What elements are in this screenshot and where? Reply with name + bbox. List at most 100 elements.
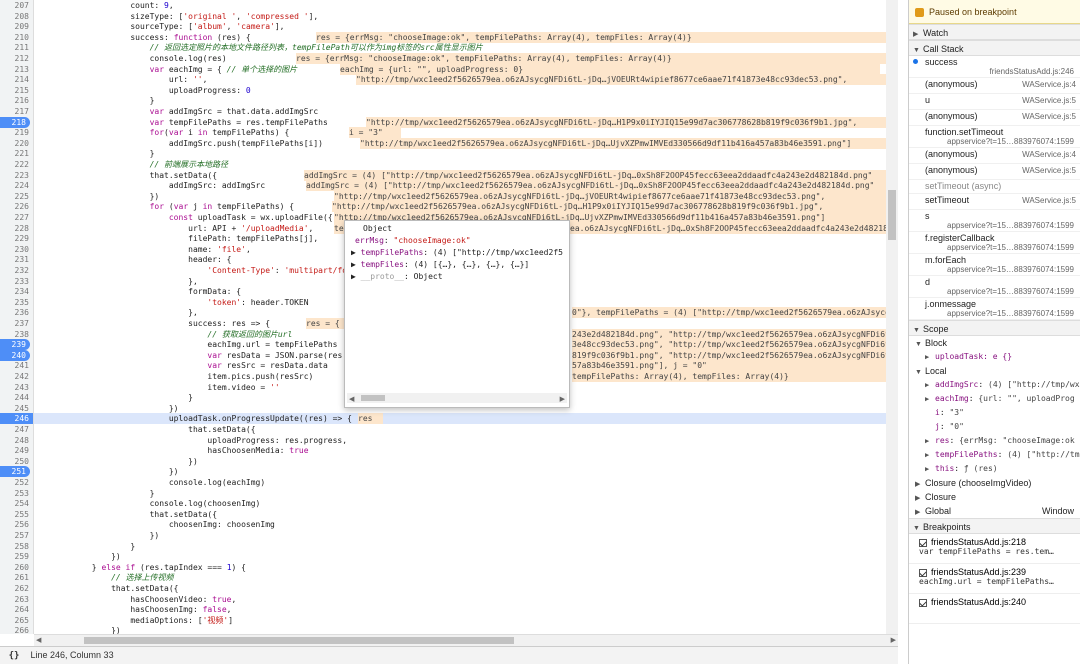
popover-tempfilepaths-row[interactable]: ▶ tempFilePaths: (4) ["http://tmp/wxc1ee… (345, 247, 569, 259)
code-line[interactable]: }) (34, 191, 160, 202)
line-number[interactable]: 256 (0, 519, 33, 530)
code-line[interactable]: console.log(res) (34, 53, 227, 64)
code-line[interactable]: hasChoosenImg: false, (34, 604, 231, 615)
line-number[interactable]: 257 (0, 530, 33, 541)
line-number[interactable]: 214 (0, 74, 33, 85)
line-number[interactable]: 246 (0, 413, 33, 425)
line-number[interactable]: 249 (0, 445, 33, 456)
line-number[interactable]: 233 (0, 276, 33, 287)
line-number[interactable]: 215 (0, 85, 33, 96)
line-number[interactable]: 245 (0, 403, 33, 414)
line-number[interactable]: 232 (0, 265, 33, 276)
line-number[interactable]: 229 (0, 233, 33, 244)
line-number[interactable]: 258 (0, 541, 33, 552)
code-line[interactable]: } (34, 488, 155, 499)
line-number[interactable]: 248 (0, 435, 33, 446)
line-number[interactable]: 220 (0, 138, 33, 149)
code-line[interactable]: }) (34, 403, 179, 414)
code-line[interactable]: }) (34, 530, 160, 541)
line-number[interactable]: 259 (0, 551, 33, 562)
scope-closure[interactable]: ▶ Closure (909, 490, 1080, 504)
code-line[interactable]: }, (34, 276, 198, 287)
code-line[interactable]: uploadTask.onProgressUpdate((res) => { (34, 413, 898, 425)
vertical-scrollbar[interactable] (886, 0, 898, 634)
code-line[interactable]: url: API + '/uploadMedia', (34, 223, 313, 234)
line-number[interactable]: 254 (0, 498, 33, 509)
line-number[interactable]: 227 (0, 212, 33, 223)
line-number[interactable]: 226 (0, 201, 33, 212)
line-number[interactable]: 231 (0, 254, 33, 265)
code-line[interactable]: console.log(eachImg) (34, 477, 265, 488)
line-number[interactable]: 239 (0, 339, 30, 351)
call-stack-frame[interactable]: (anonymous) WAService.js:4 (909, 148, 1080, 164)
code-line[interactable]: success: res => { (34, 318, 270, 329)
line-number[interactable]: 262 (0, 583, 33, 594)
code-line[interactable]: // 选择上传视频 (34, 572, 173, 583)
breakpoint-checkbox[interactable] (919, 598, 927, 607)
call-stack-frame[interactable]: success friendsStatusAdd.js:246 (909, 56, 1080, 78)
line-number[interactable]: 222 (0, 159, 33, 170)
code-line[interactable]: that.setData({ (34, 170, 217, 181)
scope-section-header[interactable]: ▼ Scope (909, 320, 1080, 336)
line-number-gutter[interactable]: 207 208 209 210 211 212 213 214 215 216 217 218 219 2… (0, 0, 34, 635)
scroll-left-icon[interactable]: ◀ (36, 636, 41, 644)
line-number[interactable]: 235 (0, 297, 33, 308)
code-line[interactable]: eachImg.url = tempFilePaths (34, 339, 337, 350)
call-stack-frame[interactable]: f.registerCallback appservice?t=15…883976… (909, 232, 1080, 254)
code-line[interactable]: var resSrc = resData.data (34, 360, 327, 371)
breakpoint-checkbox[interactable] (919, 538, 927, 547)
line-number[interactable]: 250 (0, 456, 33, 467)
breakpoint-item[interactable]: friendsStatusAdd.js:239 eachImg.url = tem… (909, 564, 1080, 594)
line-number[interactable]: 223 (0, 170, 33, 181)
code-line[interactable]: for (var j in tempFilePaths) { (34, 201, 295, 212)
popover-tempfiles-row[interactable]: ▶ tempFiles: (4) [{…}, {…}, {…}, {…}] (345, 259, 569, 271)
source-editor[interactable]: 207 208 209 210 211 212 213 214 215 216 217 218 219 2… (0, 0, 898, 646)
code-line[interactable]: var addImgSrc = that.data.addImgSrc (34, 106, 319, 117)
call-stack-section-header[interactable]: ▼ Call Stack (909, 40, 1080, 56)
code-line[interactable]: var tempFilePaths = res.tempFilePaths (34, 117, 328, 128)
breakpoint-item[interactable]: friendsStatusAdd.js:240 (909, 594, 1080, 624)
scope-local-item[interactable]: ▶ tempFilePaths: (4) ["http://tmp (909, 448, 1080, 462)
line-number[interactable]: 234 (0, 286, 33, 297)
code-line[interactable]: } (34, 148, 155, 159)
call-stack-frame[interactable]: s appservice?t=15…883976074:1599 (909, 210, 1080, 232)
call-stack-frame[interactable]: function.setTimeout appservice?t=15…88397… (909, 126, 1080, 148)
call-stack-frame[interactable]: d appservice?t=15…883976074:1599 (909, 276, 1080, 298)
line-number[interactable]: 224 (0, 180, 33, 191)
code-line[interactable]: addImgSrc: addImgSrc (34, 180, 265, 191)
line-number[interactable]: 213 (0, 64, 33, 75)
code-line[interactable]: for(var i in tempFilePaths) { (34, 127, 290, 138)
code-line[interactable]: }, (34, 307, 198, 318)
line-number[interactable]: 218 (0, 116, 30, 128)
scope-block-item[interactable]: ▶ uploadTask: e {} (909, 350, 1080, 364)
code-line[interactable]: formData: { (34, 286, 241, 297)
line-number[interactable]: 219 (0, 127, 33, 138)
line-number[interactable]: 230 (0, 244, 33, 255)
line-number[interactable]: 247 (0, 424, 33, 435)
code-line[interactable]: uploadProgress: 0 (34, 85, 251, 96)
call-stack-frame[interactable]: (anonymous) WAService.js:5 (909, 110, 1080, 126)
code-line[interactable]: that.setData({ (34, 424, 255, 435)
code-line[interactable]: } (34, 392, 193, 403)
code-line[interactable]: } (34, 95, 155, 106)
popover-scroll-thumb[interactable] (361, 395, 385, 401)
scope-local[interactable]: ▼ Local (909, 364, 1080, 378)
scope-closure-choose[interactable]: ▶ Closure (chooseImgVideo) (909, 476, 1080, 490)
breakpoints-section-header[interactable]: ▼ Breakpoints (909, 518, 1080, 534)
scope-local-item[interactable]: j: "0" (909, 420, 1080, 434)
code-line[interactable]: that.setData({ (34, 583, 178, 594)
code-line[interactable]: }) (34, 625, 121, 634)
vertical-scroll-thumb[interactable] (888, 190, 896, 240)
horizontal-scrollbar[interactable]: ◀ ▶ (34, 634, 898, 646)
code-line[interactable]: mediaOptions: ['视频'] (34, 615, 233, 626)
call-stack-frame[interactable]: (anonymous) WAService.js:4 (909, 78, 1080, 94)
scroll-right-icon[interactable]: ▶ (891, 636, 896, 644)
line-number[interactable]: 237 (0, 318, 33, 329)
code-line[interactable]: } else if (res.tapIndex === 1) { (34, 562, 246, 573)
code-line[interactable]: // 返回选定照片的本地文件路径列表，tempFilePath可以作为img标签… (34, 42, 483, 53)
code-line[interactable]: const uploadTask = wx.uploadFile({ (34, 212, 333, 223)
call-stack-frame[interactable]: setTimeout WAService.js:5 (909, 194, 1080, 210)
line-number[interactable]: 244 (0, 392, 33, 403)
popover-scroll-left-icon[interactable]: ◀ (349, 393, 354, 405)
code-line[interactable]: sizeType: ['original ', 'compressed '], (34, 11, 318, 22)
